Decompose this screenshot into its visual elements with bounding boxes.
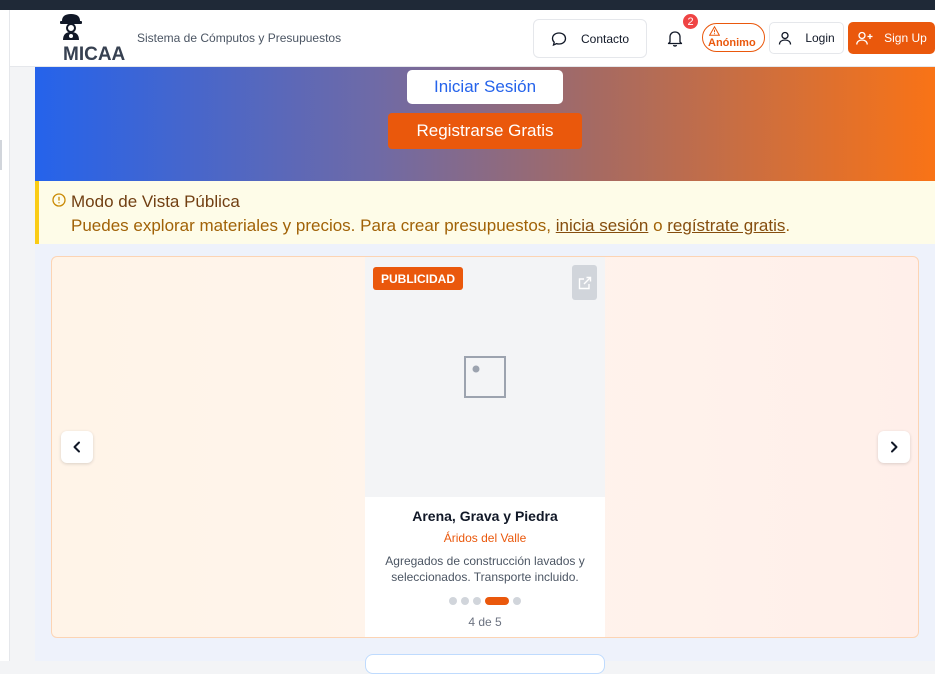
notice-text-after: . [785,216,791,235]
carousel-dot[interactable] [513,597,521,605]
signup-button[interactable]: Sign Up [848,22,935,54]
next-content-card [365,654,605,674]
warning-icon [709,26,720,36]
chat-bubble-icon [551,31,567,46]
hero-banner: Iniciar Sesión Registrarse Gratis [35,67,935,181]
ad-card[interactable]: PUBLICIDAD Arena, Grava y Piedra Áridos … [365,257,605,637]
user-icon [779,31,792,45]
notice-text-middle: o [648,216,668,235]
notification-badge: 2 [683,14,698,29]
notice-login-link[interactable]: inicia sesión [556,216,649,235]
external-link-icon [578,276,591,289]
ad-image: PUBLICIDAD [365,257,605,497]
login-button[interactable]: Login [769,22,844,54]
browser-top-strip [0,0,935,10]
anonymous-user-button[interactable]: Anónimo [702,23,765,52]
advertising-badge: PUBLICIDAD [373,267,463,290]
signup-label: Sign Up [884,31,927,45]
rail-tab[interactable] [0,140,2,170]
hero-login-button[interactable]: Iniciar Sesión [407,70,563,104]
anonymous-label: Anónimo [708,37,756,49]
worker-logo-icon [60,14,82,40]
notice-register-link[interactable]: regístrate gratis [667,216,785,235]
chevron-right-icon [891,441,898,453]
ads-section: PUBLICIDAD Arena, Grava y Piedra Áridos … [35,244,935,674]
notice-text-before: Puedes explorar materiales y precios. Pa… [71,216,556,235]
carousel-pagination [365,597,605,605]
public-view-notice: Modo de Vista Pública Puedes explorar ma… [35,181,935,244]
contact-label: Contacto [580,31,630,46]
app-subtitle: Sistema de Cómputos y Presupuestos [137,31,342,45]
open-external-button[interactable] [572,265,597,300]
carousel-prev-button[interactable] [61,431,93,463]
ad-description: Agregados de construcción lavados y sele… [385,554,585,584]
carousel-next-button[interactable] [878,431,910,463]
ad-carousel: PUBLICIDAD Arena, Grava y Piedra Áridos … [51,256,919,638]
carousel-dot[interactable] [473,597,481,605]
hero-register-button[interactable]: Registrarse Gratis [388,113,582,149]
notice-title: Modo de Vista Pública [71,192,240,211]
left-rail [0,10,10,661]
info-circle-icon [52,193,66,207]
image-placeholder-icon [464,356,506,398]
notice-text: Puedes explorar materiales y precios. Pa… [71,216,790,236]
ad-title: Arena, Grava y Piedra [412,508,558,524]
page-indicator: 4 de 5 [468,615,502,629]
logo-text[interactable]: MICAA [63,44,125,66]
carousel-dot[interactable] [449,597,457,605]
user-plus-icon [856,31,873,45]
ad-company[interactable]: Áridos del Valle [365,531,605,545]
chevron-left-icon [73,441,80,453]
app-header: MICAA Sistema de Cómputos y Presupuestos… [10,10,935,67]
carousel-dot[interactable] [485,597,509,605]
carousel-dot[interactable] [461,597,469,605]
login-label: Login [805,31,835,45]
contact-button[interactable]: Contacto [533,19,647,58]
notification-bell-icon[interactable] [666,29,684,47]
